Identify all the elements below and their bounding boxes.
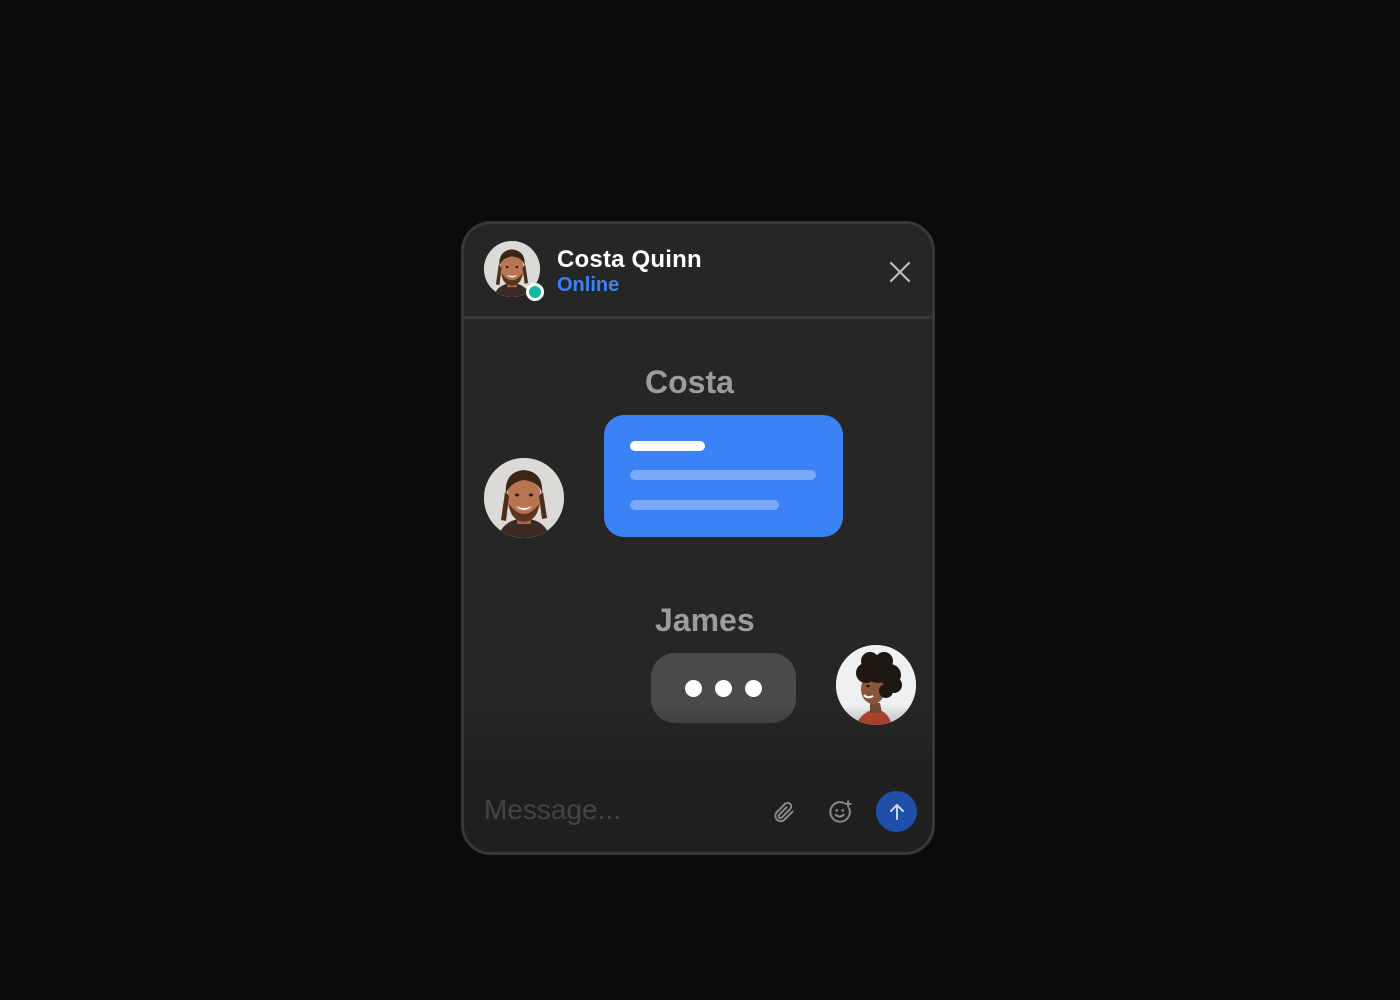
sender-name: James: [655, 602, 755, 638]
avatar-costa-icon[interactable]: [484, 458, 564, 538]
stage: Costa Quinn Online Costa James Message..…: [0, 0, 1400, 1000]
attach-button[interactable]: [768, 796, 800, 828]
message-line-placeholder: [630, 441, 705, 451]
typing-dot: [745, 679, 762, 697]
arrow-up-icon: [889, 803, 904, 820]
paperclip-icon: [774, 801, 794, 823]
sender-name: Costa: [645, 364, 734, 400]
chat-window: Costa Quinn Online Costa James Message..…: [461, 221, 935, 855]
emoji-button[interactable]: [824, 796, 856, 828]
contact-name: Costa Quinn: [557, 246, 702, 273]
close-button[interactable]: [884, 256, 916, 288]
typing-dot: [715, 679, 732, 697]
message-line-placeholder: [630, 500, 779, 510]
chat-header: Costa Quinn Online: [464, 224, 932, 319]
avatar-james-icon[interactable]: [836, 645, 916, 725]
send-button[interactable]: [876, 791, 917, 832]
message-line-placeholder: [630, 470, 816, 480]
message-bubble[interactable]: [604, 415, 843, 537]
close-icon: [889, 261, 911, 283]
emoji-add-icon: [829, 800, 852, 823]
contact-status: Online: [557, 274, 620, 296]
contact-avatar[interactable]: [484, 241, 544, 301]
message-input[interactable]: [484, 790, 744, 830]
typing-dot: [685, 679, 702, 697]
typing-indicator: [651, 653, 796, 723]
online-status-dot: [526, 283, 544, 301]
bottom-fade: [464, 704, 932, 852]
